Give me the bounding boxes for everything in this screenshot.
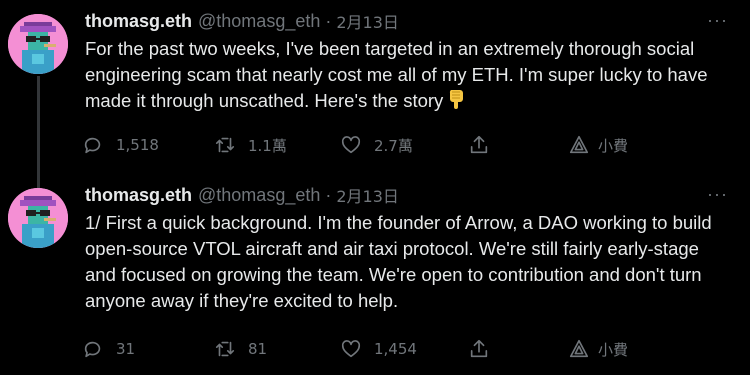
reply-count: 1,518 bbox=[116, 136, 159, 154]
tip-label: 小費 bbox=[598, 136, 629, 155]
share-button[interactable] bbox=[468, 134, 490, 156]
reply-button[interactable]: 1,518 bbox=[82, 134, 159, 156]
share-icon bbox=[470, 339, 488, 358]
tweet-content: thomasg.eth @thomasg_eth · 2月13日 ··· For… bbox=[85, 8, 734, 117]
tweet-date[interactable]: 2月13日 bbox=[336, 9, 399, 33]
like-count: 2.7萬 bbox=[374, 136, 413, 155]
avatar-pixel-art bbox=[8, 188, 68, 248]
share-button[interactable] bbox=[468, 338, 490, 360]
like-count: 1,454 bbox=[374, 340, 417, 358]
tweet[interactable]: thomasg.eth @thomasg_eth · 2月13日 ··· For… bbox=[0, 0, 750, 189]
tweet-date[interactable]: 2月13日 bbox=[336, 183, 399, 207]
tweet-content: thomasg.eth @thomasg_eth · 2月13日 ··· 1/ … bbox=[85, 182, 734, 314]
avatar[interactable] bbox=[8, 14, 68, 74]
tip-button[interactable]: 小費 bbox=[568, 338, 628, 360]
retweet-button[interactable]: 81 bbox=[214, 338, 267, 360]
user-handle[interactable]: @thomasg_eth bbox=[198, 185, 320, 206]
reply-count: 31 bbox=[116, 340, 136, 358]
tweet-text: For the past two weeks, I've been target… bbox=[85, 36, 734, 117]
avatar[interactable] bbox=[8, 188, 68, 248]
retweet-icon bbox=[215, 137, 235, 153]
like-icon bbox=[341, 340, 361, 358]
tweet-text-body: For the past two weeks, I've been target… bbox=[85, 38, 713, 111]
reply-icon bbox=[84, 137, 101, 154]
tip-label: 小費 bbox=[598, 340, 629, 359]
tip-icon bbox=[569, 339, 589, 358]
tweet[interactable]: thomasg.eth @thomasg_eth · 2月13日 ··· 1/ … bbox=[0, 184, 750, 375]
retweet-icon bbox=[215, 341, 235, 357]
reply-button[interactable]: 31 bbox=[82, 338, 135, 360]
retweet-button[interactable]: 1.1萬 bbox=[214, 134, 287, 156]
more-icon[interactable]: ··· bbox=[707, 184, 728, 205]
retweet-count: 81 bbox=[248, 340, 268, 358]
like-icon bbox=[341, 136, 361, 154]
retweet-count: 1.1萬 bbox=[248, 136, 287, 155]
point-down-emoji bbox=[447, 88, 467, 117]
separator-dot: · bbox=[325, 10, 332, 31]
display-name[interactable]: thomasg.eth bbox=[85, 185, 192, 206]
display-name[interactable]: thomasg.eth bbox=[85, 11, 192, 32]
tip-button[interactable]: 小費 bbox=[568, 134, 628, 156]
separator-dot: · bbox=[325, 184, 332, 205]
user-handle[interactable]: @thomasg_eth bbox=[198, 11, 320, 32]
thread-connector-line bbox=[37, 76, 40, 189]
like-button[interactable]: 2.7萬 bbox=[340, 134, 413, 156]
like-button[interactable]: 1,454 bbox=[340, 338, 417, 360]
tweet-header: thomasg.eth @thomasg_eth · 2月13日 bbox=[85, 8, 734, 34]
tweet-header: thomasg.eth @thomasg_eth · 2月13日 bbox=[85, 182, 734, 208]
avatar-pixel-art bbox=[8, 14, 68, 74]
more-icon[interactable]: ··· bbox=[707, 10, 728, 31]
tweet-text: 1/ First a quick background. I'm the fou… bbox=[85, 212, 717, 311]
reply-icon bbox=[84, 341, 101, 358]
share-icon bbox=[470, 135, 488, 154]
tip-icon bbox=[569, 135, 589, 154]
